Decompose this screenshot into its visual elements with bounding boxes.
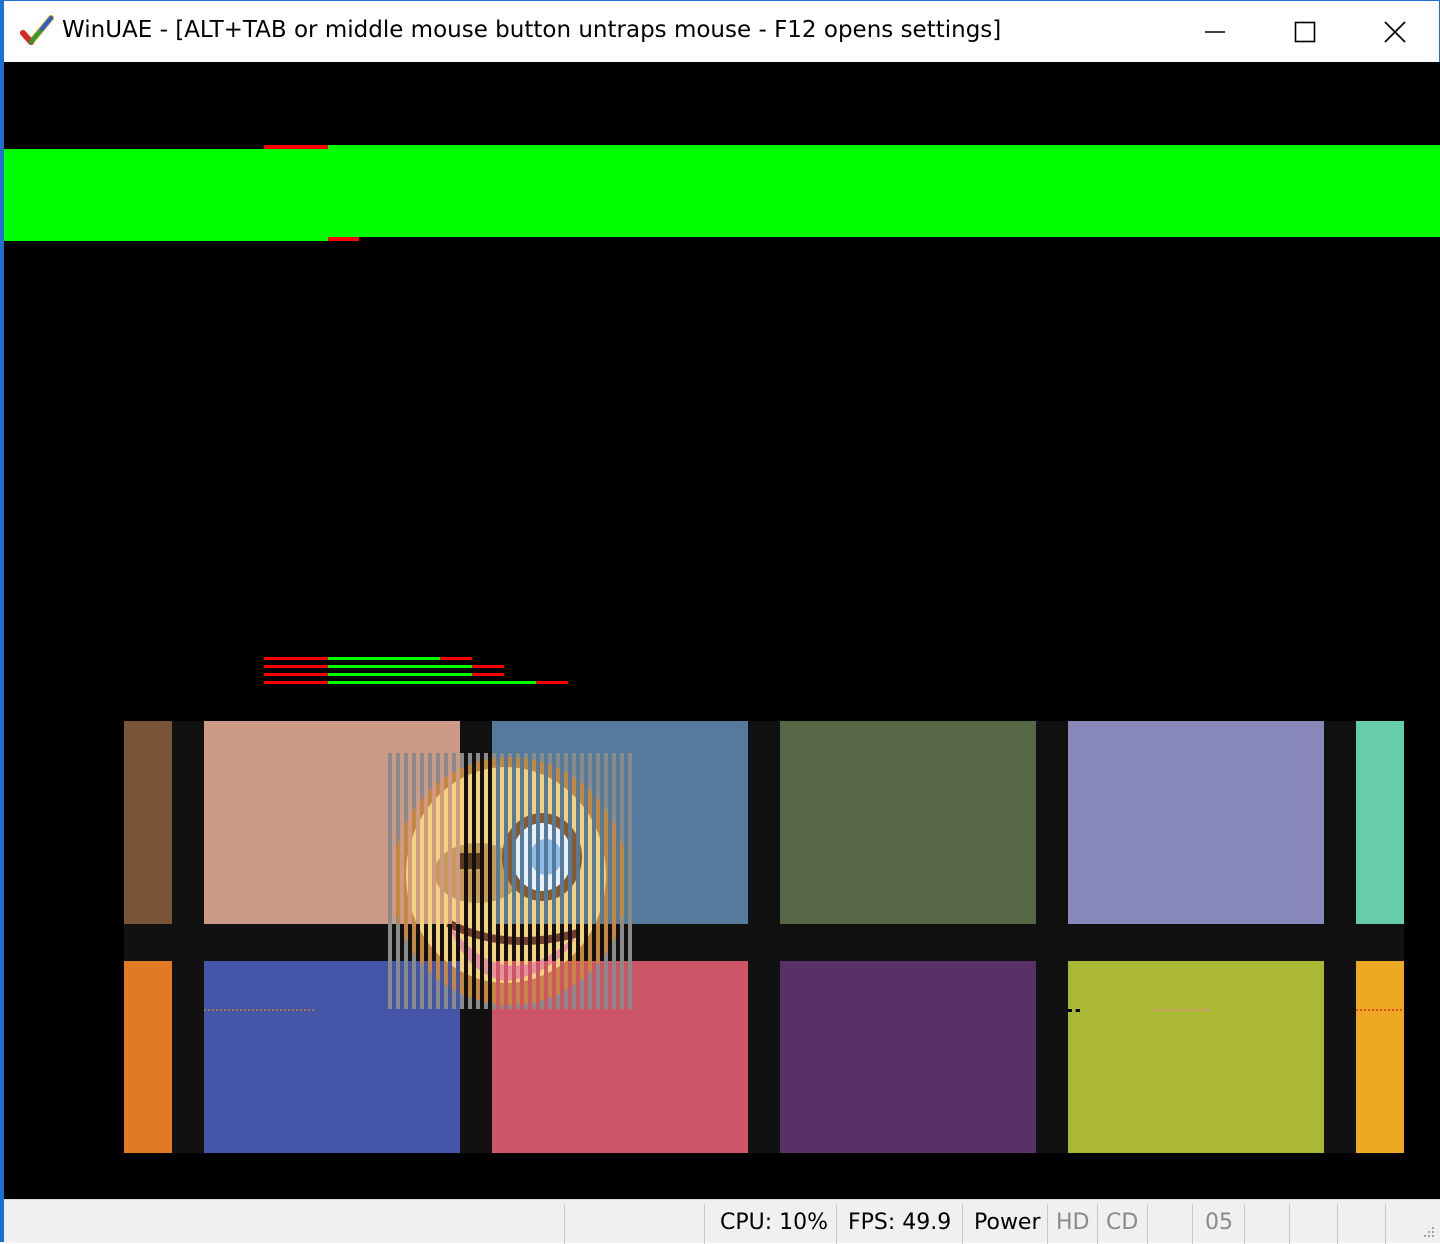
status-divider: [1097, 1204, 1098, 1244]
winuae-checkmark-icon[interactable]: [20, 15, 54, 47]
tile: [1356, 961, 1404, 1153]
status-divider: [836, 1204, 837, 1244]
raster-line: [264, 673, 328, 676]
maximize-icon: [1294, 21, 1316, 43]
cd-led[interactable]: CD: [1106, 1210, 1138, 1235]
cpu-usage: CPU: 10%: [720, 1210, 829, 1235]
raster-line: [264, 657, 328, 660]
window-title: WinUAE - [ALT+TAB or middle mouse button…: [62, 17, 1002, 43]
winuae-window: WinUAE - [ALT+TAB or middle mouse button…: [0, 0, 1440, 1244]
status-divider: [1385, 1204, 1386, 1244]
close-button[interactable]: [1350, 1, 1440, 62]
minimize-icon: [1204, 21, 1226, 43]
raster-line: [472, 665, 504, 668]
fps-counter: FPS: 49.9: [848, 1210, 952, 1235]
status-bar: CPU: 10% FPS: 49.9 Power HD CD 05: [4, 1199, 1440, 1244]
tile: [780, 721, 1036, 924]
tile: [1068, 961, 1324, 1153]
drive-track[interactable]: 05: [1205, 1210, 1233, 1235]
raster-line: [264, 665, 328, 668]
raster-line: [264, 681, 328, 684]
tile: [1356, 721, 1404, 924]
title-bar[interactable]: WinUAE - [ALT+TAB or middle mouse button…: [4, 1, 1439, 62]
status-divider: [1147, 1204, 1148, 1244]
raster-line: [328, 681, 536, 684]
status-divider: [1289, 1204, 1290, 1244]
red-marker-bottom: [328, 237, 359, 241]
status-divider: [962, 1204, 963, 1244]
raster-line: [328, 657, 440, 660]
green-raster-bar-right: [328, 145, 1440, 237]
dotted-scanline: [1068, 1009, 1080, 1012]
status-divider: [704, 1204, 705, 1244]
resize-grip-icon[interactable]: [1418, 1221, 1436, 1239]
raster-line: [328, 665, 472, 668]
minimize-button[interactable]: [1170, 1, 1260, 62]
green-raster-bar-left: [4, 149, 328, 241]
raster-line: [328, 673, 472, 676]
tile: [124, 721, 172, 924]
emulator-display[interactable]: [4, 62, 1440, 1199]
power-led[interactable]: Power: [974, 1210, 1041, 1235]
status-divider: [564, 1204, 565, 1244]
dotted-scanline: [1356, 1009, 1402, 1011]
tile: [780, 961, 1036, 1153]
status-divider: [1192, 1204, 1193, 1244]
tile: [124, 961, 172, 1153]
status-divider: [1047, 1204, 1048, 1244]
raster-line: [536, 681, 568, 684]
close-icon: [1383, 20, 1407, 44]
status-divider: [1244, 1204, 1245, 1244]
hd-led[interactable]: HD: [1056, 1210, 1089, 1235]
raster-line: [440, 657, 472, 660]
sprite-face: [388, 753, 632, 1009]
maximize-button[interactable]: [1260, 1, 1350, 62]
dotted-scanline: [1154, 1009, 1210, 1011]
status-divider: [1337, 1204, 1338, 1244]
raster-line: [472, 673, 504, 676]
dotted-scanline: [204, 1009, 314, 1011]
red-marker-top: [264, 145, 328, 149]
tile: [1068, 721, 1324, 924]
